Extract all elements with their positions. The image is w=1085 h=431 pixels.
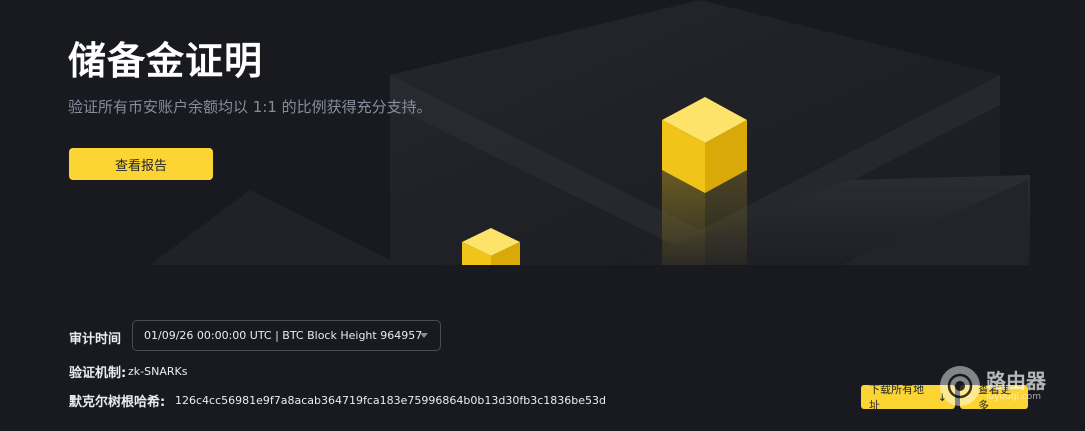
view-report-button[interactable]: 查看报告 bbox=[69, 148, 213, 180]
merkle-root-value: 126c4cc56981e9f7a8acab364719fca183e75996… bbox=[175, 394, 606, 407]
merkle-root-label: 默克尔树根哈希: bbox=[69, 395, 166, 410]
download-addresses-label: 下载所有地址 bbox=[869, 383, 924, 412]
router-logo-icon bbox=[940, 366, 980, 406]
mechanism-value: zk-SNARKs bbox=[128, 365, 188, 378]
hero-banner: 储备金证明 验证所有币安账户余额均以 1:1 的比例获得充分支持。 查看报告 bbox=[0, 0, 1085, 290]
mechanism-label: 验证机制: bbox=[69, 366, 127, 381]
audit-time-value: 01/09/26 00:00:00 UTC | BTC Block Height… bbox=[144, 329, 423, 342]
watermark-url: luyouqi.com bbox=[986, 392, 1042, 402]
page-subtitle: 验证所有币安账户余额均以 1:1 的比例获得充分支持。 bbox=[68, 98, 432, 116]
audit-time-select[interactable]: 01/09/26 00:00:00 UTC | BTC Block Height… bbox=[132, 320, 441, 351]
watermark: 路由器 luyouqi.com bbox=[940, 366, 1046, 406]
page-title: 储备金证明 bbox=[68, 39, 264, 83]
audit-time-label: 审计时间 bbox=[69, 332, 122, 347]
watermark-text: 路由器 bbox=[986, 369, 1046, 393]
caret-down-icon bbox=[420, 333, 428, 338]
